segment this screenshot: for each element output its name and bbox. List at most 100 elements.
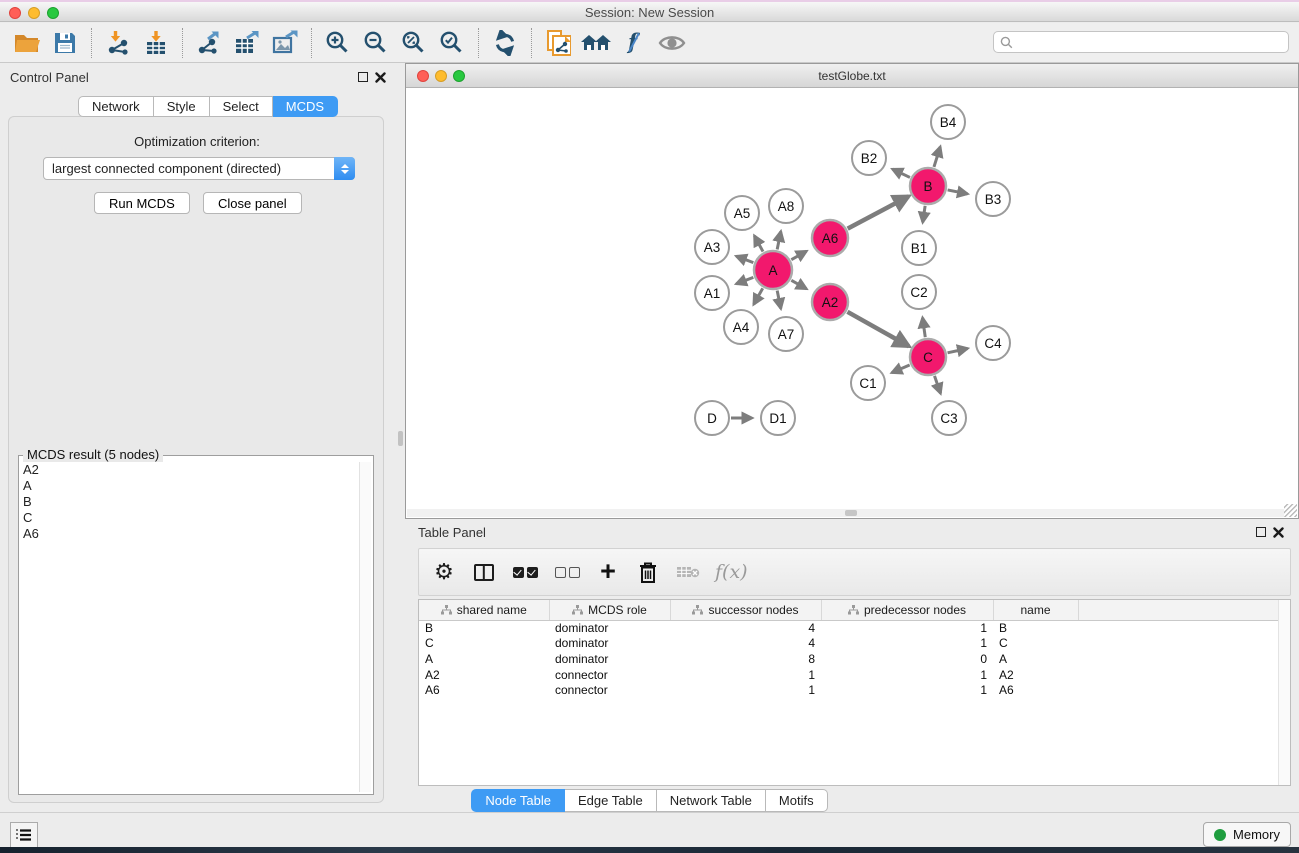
graph-node-B2[interactable]: B2 [852,141,886,175]
graph-edge[interactable] [923,318,926,337]
tab-motifs[interactable]: Motifs [766,789,828,812]
close-panel-icon[interactable] [375,72,386,83]
show-graphics-details-button[interactable]: f [615,26,653,60]
import-table-button[interactable] [137,26,175,60]
memory-button[interactable]: Memory [1203,822,1291,847]
column-header[interactable]: MCDS role [549,600,670,620]
table-row[interactable]: Adominator80A [419,651,1280,667]
graph-edge[interactable] [847,312,908,346]
graph-edge[interactable] [848,196,909,228]
graph-node-B3[interactable]: B3 [976,182,1010,216]
graph-edge[interactable] [923,206,925,222]
table-row[interactable]: A6connector11A6 [419,682,1280,698]
graph-edge[interactable] [892,169,909,177]
network-canvas[interactable]: AA1A2A3A4A5A6A7A8BB1B2B3B4CC1C2C3C4DD1 [407,89,1297,517]
delete-table-button[interactable] [675,557,701,587]
graph-node-A4[interactable]: A4 [724,310,758,344]
graph-edge[interactable] [791,251,806,260]
graph-edge[interactable] [948,190,968,194]
graph-edge[interactable] [736,277,753,283]
graph-node-C3[interactable]: C3 [932,401,966,435]
graph-edge[interactable] [777,231,781,249]
run-mcds-button[interactable]: Run MCDS [94,192,190,214]
mcds-result-item[interactable]: A2 [23,462,357,478]
splitter-handle[interactable] [398,431,403,446]
column-header[interactable]: shared name [419,600,549,620]
save-session-button[interactable] [46,26,84,60]
tab-mcds[interactable]: MCDS [273,96,338,117]
delete-column-button[interactable] [635,557,661,587]
column-header[interactable]: successor nodes [670,600,821,620]
close-table-panel-icon[interactable] [1273,527,1284,538]
graph-node-C2[interactable]: C2 [902,275,936,309]
table-settings-button[interactable]: ⚙ [431,557,457,587]
mcds-result-item[interactable]: A6 [23,526,357,542]
graph-edge[interactable] [948,348,968,352]
graph-node-B[interactable]: B [910,168,946,204]
zoom-fit-button[interactable] [395,26,433,60]
table-row[interactable]: Cdominator41C [419,636,1280,652]
zoom-selected-button[interactable] [433,26,471,60]
graph-edge[interactable] [935,376,941,394]
select-all-button[interactable] [511,557,539,587]
graph-edge[interactable] [934,147,940,167]
graph-edge[interactable] [754,236,763,252]
graph-edge[interactable] [892,365,910,373]
export-table-button[interactable] [228,26,266,60]
graph-node-B4[interactable]: B4 [931,105,965,139]
refresh-view-button[interactable] [486,26,524,60]
open-session-button[interactable] [8,26,46,60]
graph-edge[interactable] [777,291,781,309]
zoom-in-button[interactable] [319,26,357,60]
network-graph[interactable]: AA1A2A3A4A5A6A7A8BB1B2B3B4CC1C2C3C4DD1 [407,89,1297,509]
export-network-button[interactable] [190,26,228,60]
show-hide-panel-button[interactable] [653,26,691,60]
tab-network-table[interactable]: Network Table [657,789,766,812]
table-row[interactable]: Bdominator41B [419,620,1280,636]
mcds-result-item[interactable]: C [23,510,357,526]
export-image-button[interactable] [266,26,304,60]
graph-node-B1[interactable]: B1 [902,231,936,265]
show-columns-button[interactable] [471,557,497,587]
graph-node-D[interactable]: D [695,401,729,435]
graph-edge[interactable] [754,288,763,304]
graph-node-A[interactable]: A [754,251,792,289]
create-column-button[interactable]: + [595,557,621,587]
task-history-button[interactable] [10,822,38,848]
float-panel-icon[interactable] [358,72,368,82]
graph-edge[interactable] [791,280,806,289]
mcds-result-list[interactable]: A2ABCA6 [21,462,357,792]
zoom-out-button[interactable] [357,26,395,60]
network-resize-grip[interactable] [1284,504,1297,517]
optimization-dropdown[interactable]: largest connected component (directed) [43,157,355,180]
search-input[interactable] [1017,35,1282,49]
column-header[interactable]: name [993,600,1078,620]
first-neighbors-button[interactable] [577,26,615,60]
graph-node-D1[interactable]: D1 [761,401,795,435]
table-row[interactable]: A2connector11A2 [419,667,1280,683]
graph-node-A1[interactable]: A1 [695,276,729,310]
tab-select[interactable]: Select [210,96,273,117]
graph-node-A2[interactable]: A2 [812,284,848,320]
tab-network[interactable]: Network [78,96,154,117]
network-window-titlebar[interactable]: testGlobe.txt [406,64,1298,88]
column-header[interactable]: predecessor nodes [821,600,993,620]
graph-node-A6[interactable]: A6 [812,220,848,256]
graph-node-C4[interactable]: C4 [976,326,1010,360]
mcds-result-scrollbar[interactable] [359,462,371,792]
close-panel-button[interactable]: Close panel [203,192,302,214]
deselect-all-button[interactable] [553,557,581,587]
function-builder-button[interactable]: f(x) [715,557,748,587]
graph-node-A3[interactable]: A3 [695,230,729,264]
tab-style[interactable]: Style [154,96,210,117]
mcds-result-item[interactable]: B [23,494,357,510]
tab-edge-table[interactable]: Edge Table [565,789,657,812]
mcds-result-item[interactable]: A [23,478,357,494]
tab-node-table[interactable]: Node Table [471,789,565,812]
clone-network-button[interactable] [539,26,577,60]
float-table-panel-icon[interactable] [1256,527,1266,537]
table-scrollbar[interactable] [1278,600,1290,785]
graph-node-C1[interactable]: C1 [851,366,885,400]
graph-node-C[interactable]: C [910,339,946,375]
import-network-button[interactable] [99,26,137,60]
